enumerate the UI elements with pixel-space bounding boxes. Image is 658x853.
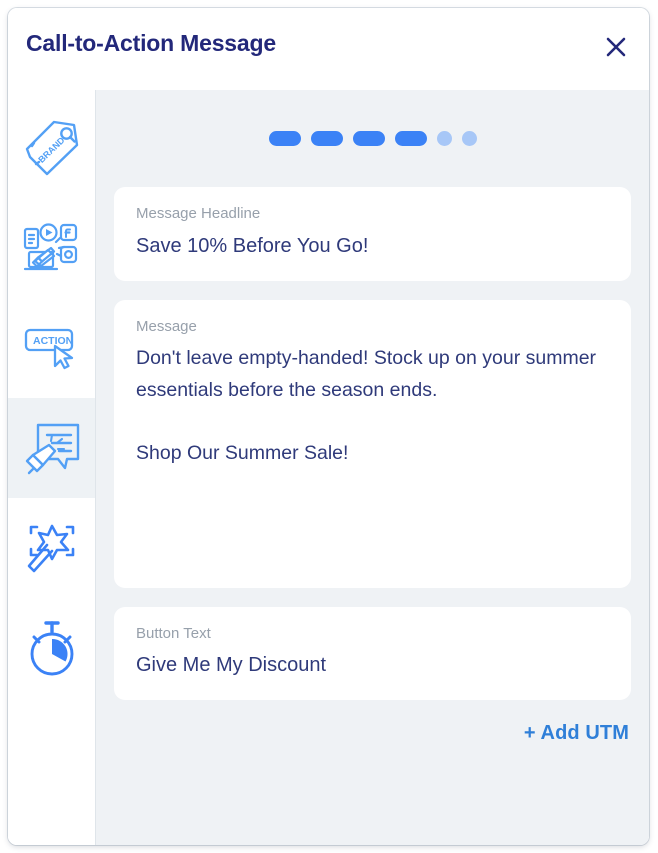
button-text-value[interactable]: Give Me My Discount — [136, 650, 609, 681]
svg-text:ACTION: ACTION — [33, 335, 73, 347]
message-field[interactable]: Message Don't leave empty-handed! Stock … — [114, 299, 631, 588]
message-headline-field[interactable]: Message Headline Save 10% Before You Go! — [114, 187, 631, 281]
step-indicator-2[interactable] — [310, 131, 343, 146]
step-indicator-5[interactable] — [436, 131, 452, 146]
call-to-action-modal: Call-to-Action Message BRAND ACTION Mess… — [8, 8, 649, 845]
page-title: Call-to-Action Message — [26, 30, 276, 56]
message-label: Message — [136, 317, 197, 335]
magic-wand-icon — [21, 517, 83, 579]
step-indicator-6[interactable] — [461, 131, 477, 146]
message-megaphone-icon — [21, 417, 83, 479]
step-indicator-4[interactable] — [394, 131, 427, 146]
modal-body: BRAND ACTION Message Headline Save 10% B… — [8, 90, 649, 845]
step-indicator-1[interactable] — [268, 131, 301, 146]
step-indicator — [114, 90, 631, 187]
content-panel: Message Headline Save 10% Before You Go!… — [96, 90, 649, 845]
sidebar-item-brand[interactable]: BRAND — [8, 98, 95, 198]
message-value[interactable]: Don't leave empty-handed! Stock up on yo… — [136, 343, 609, 469]
action-button-icon: ACTION — [21, 317, 83, 379]
sidebar: BRAND ACTION — [8, 90, 96, 845]
sidebar-item-action[interactable]: ACTION — [8, 298, 95, 398]
modal-header: Call-to-Action Message — [8, 8, 649, 90]
sidebar-item-magic[interactable] — [8, 498, 95, 598]
close-icon — [605, 36, 627, 58]
message-headline-label: Message Headline — [136, 205, 261, 222]
brand-tag-icon: BRAND — [21, 117, 83, 179]
step-indicator-3[interactable] — [352, 131, 385, 146]
sidebar-item-timing[interactable] — [8, 598, 95, 698]
button-text-field[interactable]: Button Text Give Me My Discount — [114, 606, 631, 700]
media-channels-icon — [21, 217, 83, 279]
footer-actions: + Add UTM — [114, 719, 631, 745]
button-text-label: Button Text — [136, 624, 211, 642]
add-utm-link[interactable]: + Add UTM — [524, 722, 629, 745]
stopwatch-icon — [21, 617, 83, 679]
sidebar-item-channels[interactable] — [8, 198, 95, 298]
close-button[interactable] — [599, 30, 633, 64]
sidebar-item-message[interactable] — [8, 398, 95, 498]
message-headline-value[interactable]: Save 10% Before You Go! — [136, 231, 609, 262]
